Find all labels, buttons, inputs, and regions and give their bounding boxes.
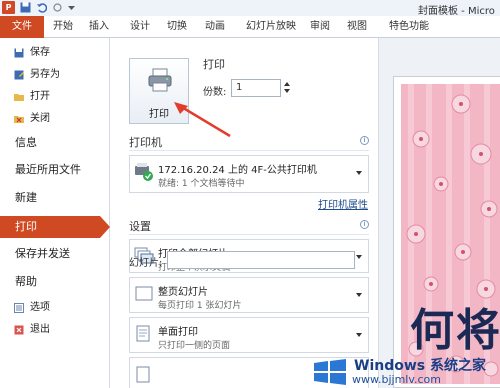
nav-label: 另存为 <box>30 69 60 80</box>
windows-logo-icon <box>314 359 346 385</box>
divider <box>129 150 369 151</box>
tab-insert[interactable]: 插入 <box>86 16 112 38</box>
nav-exit[interactable]: 退出 <box>0 320 110 340</box>
nav-options[interactable]: 选项 <box>0 298 110 318</box>
printer-select[interactable]: 172.16.20.24 上的 4F-公共打印机 就绪: 1 个文档等待中 <box>129 155 369 193</box>
nav-new[interactable]: 新建 <box>0 188 110 208</box>
annotation-arrow-icon <box>174 102 231 138</box>
tab-review[interactable]: 审阅 <box>307 16 333 38</box>
watermark: Windows 系统之家 www.bjjmlv.com <box>304 355 500 388</box>
tab-design[interactable]: 设计 <box>127 16 153 38</box>
window-title: 封面模板 - Micro <box>418 6 495 17</box>
copies-label: 份数: <box>203 87 227 98</box>
sides-title: 单面打印 <box>158 327 198 338</box>
nav-label: 新建 <box>15 191 37 204</box>
nav-label: 保存并发送 <box>15 247 70 260</box>
title-bar: P 封面模板 - Micro <box>0 0 500 17</box>
slides-input[interactable] <box>167 251 355 269</box>
collate-icon <box>136 366 150 383</box>
nav-label: 退出 <box>30 324 50 335</box>
spin-down-icon[interactable] <box>284 89 290 93</box>
customize-qat-icon[interactable] <box>66 2 77 13</box>
powerpoint-logo-icon: P <box>2 1 15 14</box>
nav-label: 选项 <box>30 302 50 313</box>
tab-file[interactable]: 文件 <box>0 16 44 38</box>
sides-desc: 只打印一侧的页面 <box>158 341 231 351</box>
nav-save-send[interactable]: 保存并发送 <box>0 244 110 264</box>
printer-status: 就绪: 1 个文档等待中 <box>158 179 245 189</box>
chevron-down-icon <box>356 293 362 297</box>
nav-save-as[interactable]: 另存为 <box>0 65 110 85</box>
spin-up-icon[interactable] <box>284 82 290 86</box>
printer-status-icon <box>135 163 153 181</box>
ribbon-tabs: 文件 开始 插入 设计 切换 动画 幻灯片放映 审阅 视图 特色功能 <box>0 16 500 38</box>
nav-label: 关闭 <box>30 113 50 124</box>
print-preview-pane: 何将 <box>378 38 500 388</box>
nav-label: 最近所用文件 <box>15 163 81 176</box>
nav-open[interactable]: 打开 <box>0 87 110 107</box>
tab-featured[interactable]: 特色功能 <box>384 16 434 38</box>
save-icon <box>14 48 24 58</box>
nav-label: 帮助 <box>15 275 37 288</box>
layout-title: 整页幻灯片 <box>158 287 208 298</box>
printer-heading: 打印机 <box>129 136 162 149</box>
close-doc-icon <box>14 116 24 123</box>
redo-icon[interactable] <box>52 2 63 13</box>
single-sided-icon <box>136 325 150 342</box>
settings-heading: 设置 <box>129 220 151 233</box>
nav-help[interactable]: 帮助 <box>0 272 110 292</box>
slides-label: 幻灯片: <box>129 258 163 269</box>
slide-title-text: 何将 <box>410 305 500 356</box>
chevron-down-icon <box>356 171 362 175</box>
info-icon[interactable]: i <box>360 220 369 229</box>
watermark-brand: Windows 系统之家 <box>354 358 486 374</box>
divider <box>129 234 369 235</box>
nav-save[interactable]: 保存 <box>0 43 110 63</box>
printer-name: 172.16.20.24 上的 4F-公共打印机 <box>158 165 317 176</box>
nav-info[interactable]: 信息 <box>0 133 110 153</box>
printer-icon <box>148 68 172 92</box>
open-folder-icon <box>14 94 24 101</box>
layout-desc: 每页打印 1 张幻灯片 <box>158 301 242 311</box>
nav-label: 保存 <box>30 47 50 58</box>
nav-recent[interactable]: 最近所用文件 <box>0 160 110 180</box>
full-page-slide-icon <box>135 286 153 301</box>
nav-label: 打开 <box>30 91 50 102</box>
nav-label: 信息 <box>15 136 37 149</box>
tab-animations[interactable]: 动画 <box>202 16 228 38</box>
tab-view[interactable]: 视图 <box>344 16 370 38</box>
tab-transitions[interactable]: 切换 <box>164 16 190 38</box>
nav-close[interactable]: 关闭 <box>0 109 110 129</box>
tab-slideshow[interactable]: 幻灯片放映 <box>243 16 299 38</box>
info-icon[interactable]: i <box>360 136 369 145</box>
options-icon <box>14 303 24 313</box>
chevron-down-icon <box>356 333 362 337</box>
print-heading: 打印 <box>203 58 225 71</box>
sides-select[interactable]: 单面打印 只打印一侧的页面 <box>129 317 369 353</box>
undo-icon[interactable] <box>36 2 47 13</box>
save-as-icon <box>14 70 24 80</box>
printer-properties-link[interactable]: 打印机属性 <box>318 196 368 211</box>
slide-preview[interactable]: 何将 <box>393 76 500 388</box>
copies-stepper[interactable] <box>282 79 292 97</box>
tab-home[interactable]: 开始 <box>50 16 76 38</box>
copies-input[interactable]: 1 <box>231 79 281 97</box>
watermark-url: www.bjjmlv.com <box>352 373 441 386</box>
nav-print[interactable]: 打印 <box>0 216 110 238</box>
backstage-nav: 保存 另存为 打开 关闭 信息 最近所用文件 新建 打印 保存并发送 帮助 选项… <box>0 38 110 388</box>
save-icon[interactable] <box>20 2 31 13</box>
nav-label: 打印 <box>15 220 37 233</box>
chevron-down-icon <box>356 255 362 259</box>
layout-select[interactable]: 整页幻灯片 每页打印 1 张幻灯片 <box>129 277 369 313</box>
exit-icon <box>14 325 24 335</box>
